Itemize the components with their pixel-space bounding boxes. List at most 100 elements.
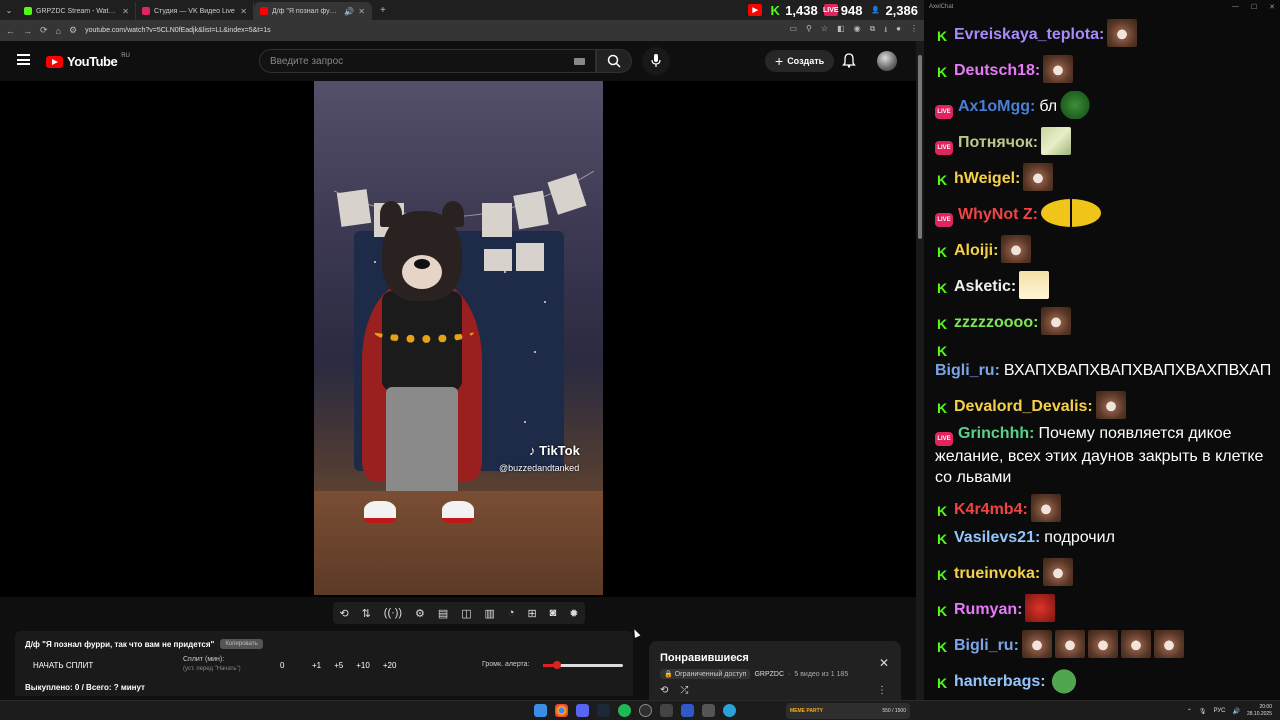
chrome-icon[interactable] bbox=[555, 704, 568, 717]
youtube-logo[interactable]: YouTube RU bbox=[46, 53, 130, 69]
chat-username[interactable]: Grinchhh: bbox=[958, 425, 1034, 442]
copy-button[interactable]: Копировать bbox=[220, 639, 263, 649]
more-options-icon[interactable]: ⋮ bbox=[877, 685, 887, 696]
kick-icon: K bbox=[936, 244, 948, 260]
tab-close-icon[interactable]: ✕ bbox=[240, 7, 247, 16]
chat-username[interactable]: K4r4mb4: bbox=[954, 501, 1028, 518]
add-frame-icon[interactable]: ⊞ bbox=[527, 607, 536, 620]
spotify-icon[interactable] bbox=[618, 704, 631, 717]
speaker-icon[interactable]: 🔊 bbox=[344, 7, 354, 16]
shuffle-icon[interactable]: ⤮ bbox=[680, 685, 688, 696]
puzzle-icon[interactable]: ⧉ bbox=[870, 24, 876, 38]
sort-icon[interactable]: ⇅ bbox=[362, 607, 371, 620]
close-icon[interactable]: ✕ bbox=[879, 656, 889, 670]
alert-volume-slider[interactable] bbox=[543, 661, 623, 669]
tab-kick[interactable]: GRPZDC Stream - Watch Live o ✕ bbox=[18, 2, 136, 20]
plus-5-button[interactable]: +5 bbox=[334, 661, 343, 670]
chat-username[interactable]: Rumyan: bbox=[954, 601, 1022, 618]
windows-start-icon[interactable] bbox=[534, 704, 547, 717]
meme-party-widget[interactable]: MEME PARTY 550 / 1500 bbox=[786, 703, 910, 719]
tab-close-icon[interactable]: ✕ bbox=[122, 7, 129, 16]
chat-username[interactable]: Vasilevs21: bbox=[954, 529, 1040, 546]
loop-icon[interactable]: ⟲ bbox=[660, 685, 668, 696]
zoom-icon[interactable]: ⚲ bbox=[806, 24, 812, 38]
chat-username[interactable]: Asketic: bbox=[954, 278, 1016, 295]
scrollbar-thumb[interactable] bbox=[918, 55, 922, 239]
screenshot-camera-icon[interactable]: ◙ bbox=[550, 607, 557, 619]
chat-username[interactable]: Devalord_Devalis: bbox=[954, 398, 1093, 415]
chat-username[interactable]: hWeigel: bbox=[954, 170, 1020, 187]
playlist-title[interactable]: Понравившиеся bbox=[660, 652, 749, 664]
pip-icon[interactable]: ◫ bbox=[461, 607, 471, 620]
playlist-channel[interactable]: GRPZDC bbox=[754, 671, 784, 678]
search-button[interactable] bbox=[596, 49, 632, 73]
menu-dots-icon[interactable]: ⋮ bbox=[910, 24, 918, 38]
maximize-icon[interactable]: ☐ bbox=[1251, 3, 1257, 11]
loop-icon[interactable]: ⟲ bbox=[339, 607, 348, 620]
language-indicator[interactable]: РУС bbox=[1213, 708, 1225, 714]
bookmark-star-icon[interactable]: ☆ bbox=[821, 24, 828, 38]
chat-username[interactable]: Deutsch18: bbox=[954, 62, 1040, 79]
clapper-icon[interactable]: ▤ bbox=[438, 607, 448, 620]
minimize-icon[interactable]: — bbox=[1232, 3, 1239, 11]
account-avatar[interactable] bbox=[877, 51, 897, 71]
start-split-button[interactable]: НАЧАТЬ СПЛИТ bbox=[33, 661, 93, 670]
settings-tv-icon[interactable]: ⚙ bbox=[415, 607, 425, 620]
url-field[interactable]: youtube.com/watch?v=5CLN0fEadjk&list=LL&… bbox=[85, 27, 781, 34]
gear-icon[interactable]: ✹ bbox=[569, 607, 578, 620]
plus-20-button[interactable]: +20 bbox=[383, 661, 397, 670]
chat-username[interactable]: zzzzzoooo: bbox=[954, 314, 1038, 331]
forward-icon[interactable]: → bbox=[23, 26, 32, 36]
speed-icon[interactable]: ◔ bbox=[508, 607, 515, 619]
obs-icon[interactable] bbox=[639, 704, 652, 717]
film-strip-icon[interactable]: ▥ bbox=[485, 607, 495, 620]
voice-search-button[interactable] bbox=[642, 47, 670, 75]
tab-vk-studio[interactable]: Студия — VK Видео Live ✕ bbox=[136, 2, 254, 20]
close-icon[interactable]: ✕ bbox=[1269, 3, 1275, 11]
download-icon[interactable]: ⭳ bbox=[884, 24, 887, 38]
extension-icon[interactable]: ◧ bbox=[837, 24, 845, 38]
new-tab-button[interactable]: + bbox=[372, 5, 394, 16]
split-minutes-value[interactable]: 0 bbox=[280, 661, 284, 670]
create-button[interactable]: + Создать bbox=[765, 50, 835, 72]
chat-username[interactable]: hanterbags: bbox=[954, 673, 1046, 690]
chevron-up-icon[interactable]: ⌃ bbox=[1187, 708, 1192, 715]
app-icon[interactable] bbox=[702, 704, 715, 717]
site-info-icon[interactable]: ⚙ bbox=[69, 25, 77, 36]
home-icon[interactable]: ⌂ bbox=[56, 26, 61, 36]
steam-icon[interactable] bbox=[597, 704, 610, 717]
chat-username[interactable]: Bigli_ru: bbox=[935, 362, 1000, 379]
extension-icon[interactable]: ◉ bbox=[854, 24, 861, 38]
app-icon[interactable] bbox=[660, 704, 673, 717]
broadcast-icon[interactable]: ((·)) bbox=[384, 607, 402, 619]
notifications-bell-icon[interactable] bbox=[842, 53, 856, 73]
search-input[interactable] bbox=[260, 50, 595, 72]
chat-username[interactable]: Потнячок: bbox=[958, 134, 1038, 151]
telegram-icon[interactable] bbox=[723, 704, 736, 717]
reload-icon[interactable]: ⟳ bbox=[40, 25, 48, 36]
media-player-icon[interactable] bbox=[681, 704, 694, 717]
plus-10-button[interactable]: +10 bbox=[356, 661, 370, 670]
back-icon[interactable]: ← bbox=[6, 26, 15, 36]
profile-icon[interactable]: ● bbox=[896, 24, 901, 38]
chat-username[interactable]: Evreiskaya_teplota: bbox=[954, 26, 1104, 43]
chat-username[interactable]: Aloiji: bbox=[954, 242, 998, 259]
volume-icon[interactable]: 🔊 bbox=[1232, 708, 1239, 715]
clock[interactable]: 20:00 28.10.2025 bbox=[1247, 704, 1272, 718]
video-player[interactable]: ♪ TikTok @buzzedandtanked bbox=[0, 81, 916, 597]
discord-icon[interactable] bbox=[576, 704, 589, 717]
tab-close-icon[interactable]: ✕ bbox=[358, 7, 365, 16]
cast-icon[interactable]: ▭ bbox=[789, 24, 797, 38]
tab-youtube[interactable]: Д/ф "Я познал фурри, так 🔊 ✕ bbox=[254, 2, 372, 20]
page-scrollbar[interactable] bbox=[916, 41, 924, 700]
slider-knob[interactable] bbox=[553, 661, 562, 669]
chat-username[interactable]: trueinvoka: bbox=[954, 565, 1040, 582]
mic-tray-icon[interactable]: 🎙 bbox=[1199, 708, 1207, 715]
tab-list-button[interactable]: ⌄ bbox=[0, 6, 18, 15]
menu-hamburger-icon[interactable] bbox=[17, 54, 30, 65]
chat-username[interactable]: Ax1oMgg: bbox=[958, 98, 1035, 115]
keyboard-icon[interactable] bbox=[574, 58, 585, 65]
plus-1-button[interactable]: +1 bbox=[312, 661, 321, 670]
chat-username[interactable]: WhyNot Z: bbox=[958, 206, 1038, 223]
chat-username[interactable]: Bigli_ru: bbox=[954, 637, 1019, 654]
